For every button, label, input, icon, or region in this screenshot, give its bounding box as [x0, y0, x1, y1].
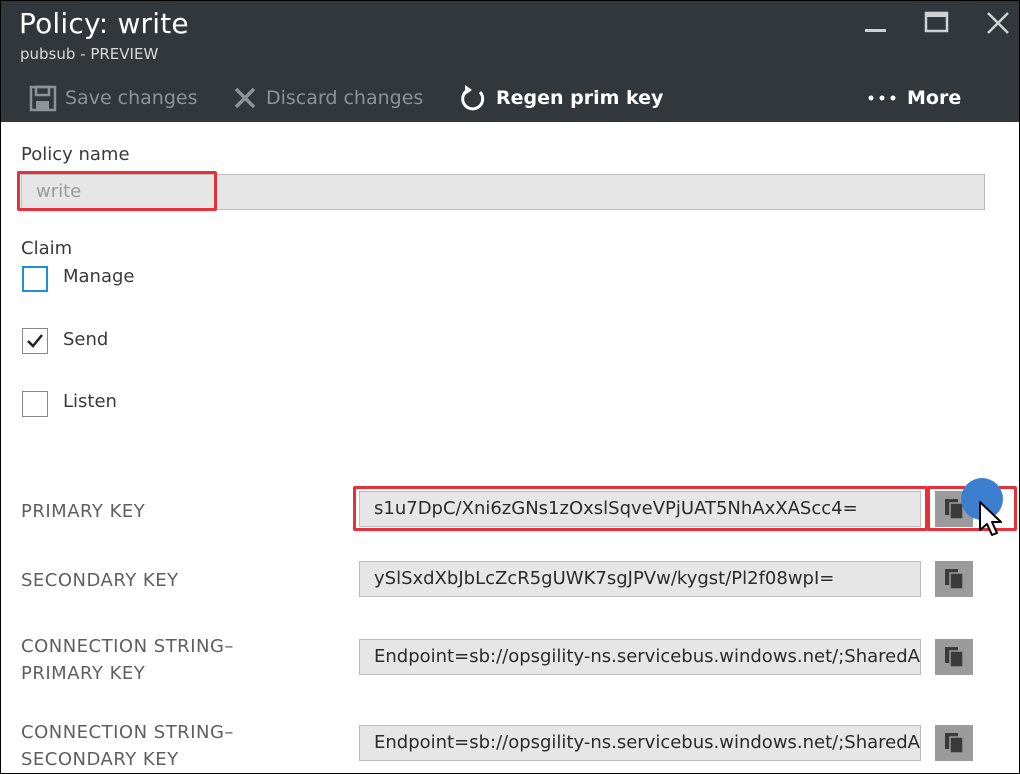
- mouse-cursor-icon: [979, 501, 1002, 536]
- send-checkbox[interactable]: [22, 328, 48, 354]
- policy-name-label: Policy name: [21, 144, 130, 165]
- minimize-button[interactable]: [859, 7, 893, 41]
- save-icon: [29, 85, 57, 112]
- primary-key-highlight-box: [353, 486, 928, 531]
- connection-string-secondary-field[interactable]: Endpoint=sb://opsgility-ns.servicebus.wi…: [359, 725, 921, 761]
- minimize-icon: [865, 29, 886, 32]
- claim-label: Claim: [21, 238, 73, 259]
- listen-checkbox[interactable]: [22, 391, 48, 417]
- listen-label: Listen: [63, 391, 117, 412]
- blade-content: Policy name write Claim Manage Send List…: [1, 122, 1019, 773]
- more-button[interactable]: More: [867, 83, 961, 113]
- label-line-1: CONNECTION STRING–: [21, 722, 234, 743]
- label-line-2: SECONDARY KEY: [21, 749, 179, 770]
- copy-secondary-key-button[interactable]: [935, 561, 973, 597]
- page-title: Policy: write: [19, 7, 189, 40]
- send-label: Send: [63, 329, 109, 350]
- checkmark-icon: [27, 334, 43, 348]
- copy-connection-string-primary-button[interactable]: [935, 639, 973, 675]
- close-icon: [987, 12, 1009, 34]
- close-button[interactable]: [981, 7, 1015, 41]
- secondary-key-label: SECONDARY KEY: [21, 570, 179, 591]
- connection-string-primary-field[interactable]: Endpoint=sb://opsgility-ns.servicebus.wi…: [359, 639, 921, 675]
- primary-key-label: PRIMARY KEY: [21, 501, 146, 522]
- blade-header: Policy: write pubsub - PREVIEW Save chan…: [1, 1, 1019, 122]
- regen-prim-key-button[interactable]: Regen prim key: [458, 83, 663, 113]
- save-changes-label: Save changes: [65, 87, 198, 109]
- discard-changes-label: Discard changes: [266, 87, 424, 109]
- label-line-1: CONNECTION STRING–: [21, 636, 234, 657]
- refresh-icon: [461, 85, 485, 111]
- copy-icon: [945, 647, 964, 668]
- secondary-key-field[interactable]: ySlSxdXbJbLcZcR5gUWK7sgJPVw/kygst/Pl2f08…: [359, 561, 921, 597]
- discard-changes-button[interactable]: Discard changes: [232, 83, 423, 113]
- manage-checkbox[interactable]: [22, 266, 48, 292]
- save-changes-button[interactable]: Save changes: [29, 83, 198, 113]
- discard-icon: [234, 87, 256, 109]
- manage-label: Manage: [63, 266, 135, 287]
- copy-icon: [945, 733, 964, 754]
- maximize-button[interactable]: [921, 7, 955, 41]
- page-subtitle: pubsub - PREVIEW: [20, 45, 159, 63]
- policy-blade: Policy: write pubsub - PREVIEW Save chan…: [0, 0, 1020, 774]
- connection-string-primary-label: CONNECTION STRING– PRIMARY KEY: [21, 633, 234, 687]
- copy-connection-string-secondary-button[interactable]: [935, 725, 973, 761]
- maximize-icon: [924, 11, 949, 33]
- more-label: More: [907, 87, 962, 109]
- label-line-2: PRIMARY KEY: [21, 663, 146, 684]
- regen-prim-key-label: Regen prim key: [496, 87, 664, 109]
- connection-string-secondary-label: CONNECTION STRING– SECONDARY KEY: [21, 719, 234, 773]
- copy-icon: [945, 569, 964, 590]
- more-dots-icon: [868, 95, 896, 101]
- highlight-box: [17, 171, 217, 211]
- command-bar: Save changes Discard changes Regen prim …: [1, 77, 1019, 122]
